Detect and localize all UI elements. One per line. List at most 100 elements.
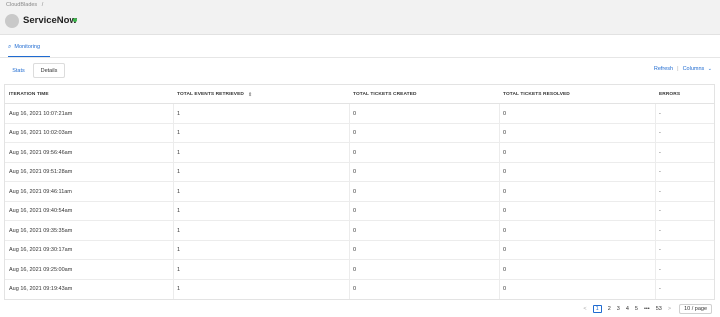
header-errors: ERRORS bbox=[659, 92, 681, 97]
cell-tickets-created: 0 bbox=[353, 227, 357, 234]
prev-page-button[interactable]: < bbox=[583, 306, 586, 312]
cell-tickets-resolved: 0 bbox=[503, 110, 507, 117]
breadcrumb: CloudBlades / bbox=[6, 2, 46, 8]
cell-tickets-created: 0 bbox=[353, 286, 357, 293]
table-row: Aug 16, 2021 10:07:21am 1 0 0 - bbox=[5, 104, 714, 124]
cell-tickets-resolved: 0 bbox=[503, 169, 507, 176]
cell-total-events: 1 bbox=[177, 266, 181, 273]
page-3-button[interactable]: 3 bbox=[617, 306, 620, 312]
cell-iteration-time: Aug 16, 2021 10:07:21am bbox=[9, 110, 73, 117]
page-title: ServiceNow bbox=[23, 15, 77, 26]
cell-total-events: 1 bbox=[177, 227, 181, 234]
cell-total-events: 1 bbox=[177, 247, 181, 254]
cell-tickets-created: 0 bbox=[353, 130, 357, 137]
cell-tickets-resolved: 0 bbox=[503, 266, 507, 273]
search-icon: ⌕ bbox=[8, 43, 12, 50]
chevron-down-icon: ⌄ bbox=[707, 66, 712, 72]
cell-iteration-time: Aug 16, 2021 10:02:03am bbox=[9, 130, 73, 137]
breadcrumb-cloudblades[interactable]: CloudBlades bbox=[6, 2, 37, 8]
table-row: Aug 16, 2021 09:46:11am 1 0 0 - bbox=[5, 182, 714, 202]
table-row: Aug 16, 2021 09:19:43am 1 0 0 - bbox=[5, 280, 714, 300]
cell-tickets-resolved: 0 bbox=[503, 208, 507, 215]
header-tickets-resolved: TOTAL TICKETS RESOLVED bbox=[503, 92, 570, 97]
cell-errors: - bbox=[659, 110, 661, 117]
next-page-button[interactable]: > bbox=[668, 306, 671, 312]
cell-tickets-created: 0 bbox=[353, 169, 357, 176]
cell-errors: - bbox=[659, 188, 661, 195]
tab-monitoring[interactable]: ⌕ Monitoring bbox=[8, 40, 40, 54]
page-1-button[interactable]: 1 bbox=[592, 304, 602, 313]
iterations-table: ITERATION TIME TOTAL EVENTS RETRIEVED ⇕ … bbox=[4, 84, 715, 300]
cell-tickets-created: 0 bbox=[353, 188, 357, 195]
cell-errors: - bbox=[659, 227, 661, 234]
page-size-select[interactable]: 10 / page bbox=[679, 303, 712, 314]
cell-iteration-time: Aug 16, 2021 09:51:28am bbox=[9, 169, 73, 176]
tab-monitoring-label: Monitoring bbox=[14, 44, 41, 50]
avatar bbox=[5, 14, 19, 28]
cell-errors: - bbox=[659, 130, 661, 137]
cell-iteration-time: Aug 16, 2021 09:19:43am bbox=[9, 286, 73, 293]
cell-tickets-resolved: 0 bbox=[503, 149, 507, 156]
page-2-button[interactable]: 2 bbox=[608, 306, 611, 312]
cell-tickets-created: 0 bbox=[353, 266, 357, 273]
cell-errors: - bbox=[659, 149, 661, 156]
table-row: Aug 16, 2021 09:30:17am 1 0 0 - bbox=[5, 241, 714, 260]
cell-tickets-created: 0 bbox=[353, 208, 357, 215]
cell-total-events: 1 bbox=[177, 286, 181, 293]
cell-total-events: 1 bbox=[177, 169, 181, 176]
cell-tickets-resolved: 0 bbox=[503, 286, 507, 293]
cell-errors: - bbox=[659, 247, 661, 254]
table-row: Aug 16, 2021 09:56:46am 1 0 0 - bbox=[5, 143, 714, 163]
page-4-button[interactable]: 4 bbox=[626, 306, 629, 312]
table-row: Aug 16, 2021 09:51:28am 1 0 0 - bbox=[5, 163, 714, 182]
page-5-button[interactable]: 5 bbox=[635, 306, 638, 312]
cell-errors: - bbox=[659, 286, 661, 293]
cell-tickets-created: 0 bbox=[353, 149, 357, 156]
pagination-ellipsis[interactable]: ••• bbox=[644, 306, 650, 312]
cell-tickets-resolved: 0 bbox=[503, 188, 507, 195]
cell-iteration-time: Aug 16, 2021 09:56:46am bbox=[9, 149, 73, 156]
table-row: Aug 16, 2021 10:02:03am 1 0 0 - bbox=[5, 124, 714, 143]
cell-errors: - bbox=[659, 266, 661, 273]
table-row: Aug 16, 2021 09:35:35am 1 0 0 - bbox=[5, 221, 714, 241]
cell-total-events: 1 bbox=[177, 110, 181, 117]
cell-total-events: 1 bbox=[177, 188, 181, 195]
tab-stats[interactable]: Stats bbox=[5, 63, 32, 78]
cell-total-events: 1 bbox=[177, 130, 181, 137]
header-tickets-created: TOTAL TICKETS CREATED bbox=[353, 92, 417, 97]
tab-details[interactable]: Details bbox=[33, 63, 65, 78]
toolbar-separator: | bbox=[677, 66, 679, 72]
table-toolbar: Refresh | Columns ⌄ bbox=[654, 66, 712, 72]
table-body: Aug 16, 2021 10:07:21am 1 0 0- Aug 16, 2021 … bbox=[5, 104, 714, 299]
cell-errors: - bbox=[659, 169, 661, 176]
header-total-events-label: TOTAL EVENTS RETRIEVED bbox=[177, 92, 244, 97]
nav-divider bbox=[0, 57, 720, 58]
cell-tickets-created: 0 bbox=[353, 247, 357, 254]
status-indicator bbox=[73, 18, 77, 22]
cell-iteration-time: Aug 16, 2021 09:35:35am bbox=[9, 227, 73, 234]
columns-dropdown[interactable]: Columns ⌄ bbox=[683, 66, 712, 72]
columns-label: Columns bbox=[682, 66, 705, 72]
header-iteration-time: ITERATION TIME bbox=[9, 92, 49, 97]
top-bar: CloudBlades / ServiceNow bbox=[0, 0, 720, 35]
breadcrumb-separator: / bbox=[41, 2, 44, 8]
table-row: Aug 16, 2021 09:40:54am 1 0 0 - bbox=[5, 202, 714, 221]
cell-iteration-time: Aug 16, 2021 09:25:00am bbox=[9, 266, 73, 273]
cell-iteration-time: Aug 16, 2021 09:46:11am bbox=[9, 188, 72, 195]
page-last-button[interactable]: 53 bbox=[656, 306, 662, 312]
cell-total-events: 1 bbox=[177, 208, 181, 215]
cell-errors: - bbox=[659, 208, 661, 215]
refresh-link[interactable]: Refresh bbox=[654, 66, 673, 72]
cell-total-events: 1 bbox=[177, 149, 181, 156]
pagination: < 1 2 3 4 5 ••• 53 > 10 / page bbox=[580, 303, 712, 314]
cell-tickets-resolved: 0 bbox=[503, 247, 507, 254]
header-total-events[interactable]: TOTAL EVENTS RETRIEVED ⇕ bbox=[177, 85, 252, 104]
table-header: ITERATION TIME TOTAL EVENTS RETRIEVED ⇕ … bbox=[5, 85, 714, 104]
cell-iteration-time: Aug 16, 2021 09:30:17am bbox=[9, 247, 73, 254]
table-row: Aug 16, 2021 09:25:00am 1 0 0 - bbox=[5, 260, 714, 280]
sort-icon[interactable]: ⇕ bbox=[248, 92, 252, 98]
cell-iteration-time: Aug 16, 2021 09:40:54am bbox=[9, 208, 73, 215]
cell-tickets-created: 0 bbox=[353, 110, 357, 117]
cell-tickets-resolved: 0 bbox=[503, 130, 507, 137]
cell-tickets-resolved: 0 bbox=[503, 227, 507, 234]
